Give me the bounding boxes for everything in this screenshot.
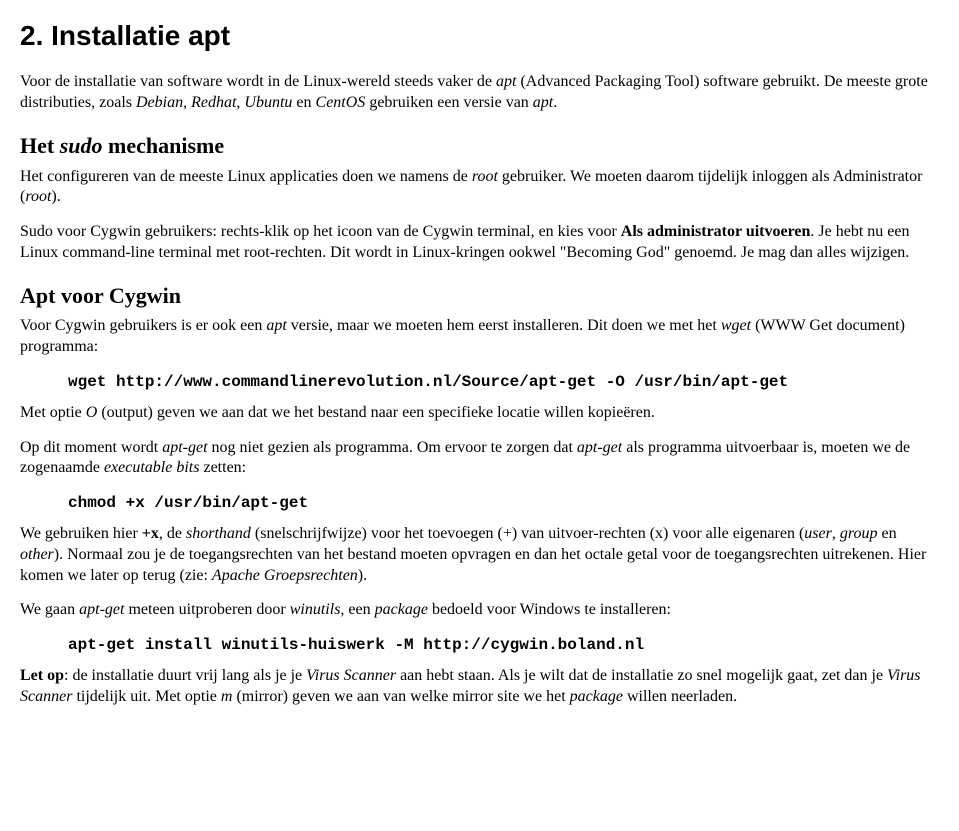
term-m: m	[221, 688, 233, 705]
emphasis-let-op: Let op	[20, 667, 64, 684]
term-wget: wget	[721, 317, 751, 334]
term-root: root	[25, 188, 51, 205]
emphasis-admin: Als administrator uitvoeren	[621, 223, 811, 240]
term-sudo: sudo	[60, 133, 103, 158]
text: Het	[20, 133, 60, 158]
term-centos: CentOS	[316, 94, 366, 111]
text: tijdelijk uit. Met optie	[72, 688, 220, 705]
code-wget: wget http://www.commandlinerevolution.nl…	[68, 372, 939, 393]
section-sudo-heading: Het sudo mechanisme	[20, 132, 939, 161]
text: nog niet gezien als programma. Om ervoor…	[208, 439, 577, 456]
term-apache-groepsrechten: Apache Groepsrechten	[212, 567, 358, 584]
text: ). Normaal zou je de toegangsrechten van…	[20, 546, 926, 584]
term-executable-bits: executable bits	[104, 459, 200, 476]
term-apt: apt	[533, 94, 553, 111]
text: (mirror) geven we aan van welke mirror s…	[232, 688, 569, 705]
text: meteen uitproberen door	[124, 601, 289, 618]
text: We gaan	[20, 601, 79, 618]
text: ,	[832, 525, 840, 542]
text: aan hebt staan. Als je wilt dat de insta…	[396, 667, 887, 684]
install-winutils-paragraph: We gaan apt-get meteen uitproberen door …	[20, 600, 939, 621]
term-group: group	[840, 525, 878, 542]
text: en	[292, 94, 315, 111]
term-apt-get: apt-get	[577, 439, 622, 456]
text: We gebruiken hier	[20, 525, 142, 542]
text: bedoeld voor Windows te installeren:	[428, 601, 671, 618]
term-apt-get: apt-get	[162, 439, 207, 456]
term-o: O	[86, 404, 98, 421]
term-package: package	[570, 688, 623, 705]
sudo-intro-paragraph: Het configureren van de meeste Linux app…	[20, 167, 939, 209]
term-ubuntu: Ubuntu	[244, 94, 292, 111]
text: versie, maar we moeten hem eerst install…	[287, 317, 721, 334]
term-apt-get: apt-get	[79, 601, 124, 618]
text: (output) geven we aan dat we het bestand…	[97, 404, 655, 421]
term-shorthand: shorthand	[186, 525, 251, 542]
apt-cygwin-intro: Voor Cygwin gebruikers is er ook een apt…	[20, 316, 939, 358]
text: Sudo voor Cygwin gebruikers: rechts-klik…	[20, 223, 621, 240]
term-apt: apt	[266, 317, 286, 334]
text: mechanisme	[103, 133, 225, 158]
text: .	[553, 94, 557, 111]
sudo-cygwin-paragraph: Sudo voor Cygwin gebruikers: rechts-klik…	[20, 222, 939, 264]
chmod-explain-paragraph: We gebruiken hier +x, de shorthand (snel…	[20, 524, 939, 586]
text: Op dit moment wordt	[20, 439, 162, 456]
text: ).	[51, 188, 60, 205]
text: willen neerladen.	[623, 688, 737, 705]
text: Met optie	[20, 404, 86, 421]
section-apt-cygwin-heading: Apt voor Cygwin	[20, 282, 939, 311]
note-paragraph: Let op: de installatie duurt vrij lang a…	[20, 666, 939, 708]
term-debian: Debian	[136, 94, 183, 111]
page-title: 2. Installatie apt	[20, 18, 939, 54]
text: Voor Cygwin gebruikers is er ook een	[20, 317, 266, 334]
text: Het configureren van de meeste Linux app…	[20, 168, 472, 185]
term-redhat: Redhat	[191, 94, 236, 111]
term-user: user	[804, 525, 832, 542]
text: , de	[159, 525, 186, 542]
text: gebruiken een versie van	[365, 94, 532, 111]
term-apt: apt	[496, 73, 516, 90]
emphasis-plusx: +x	[142, 525, 159, 542]
text: ).	[358, 567, 367, 584]
text: , een	[340, 601, 374, 618]
term-other: other	[20, 546, 54, 563]
text: (snelschrijfwijze) voor het toevoegen (+…	[251, 525, 804, 542]
intro-paragraph: Voor de installatie van software wordt i…	[20, 72, 939, 114]
text: zetten:	[199, 459, 246, 476]
term-package: package	[375, 601, 428, 618]
text: : de installatie duurt vrij lang als je …	[64, 667, 306, 684]
term-virus-scanner: Virus Scanner	[306, 667, 396, 684]
text: en	[877, 525, 896, 542]
option-o-paragraph: Met optie O (output) geven we aan dat we…	[20, 403, 939, 424]
apt-get-exec-paragraph: Op dit moment wordt apt-get nog niet gez…	[20, 438, 939, 480]
text: Voor de installatie van software wordt i…	[20, 73, 496, 90]
code-chmod: chmod +x /usr/bin/apt-get	[68, 493, 939, 514]
term-root: root	[472, 168, 498, 185]
code-apt-get-install: apt-get install winutils-huiswerk -M htt…	[68, 635, 939, 656]
term-winutils: winutils	[290, 601, 341, 618]
text: ,	[183, 94, 191, 111]
